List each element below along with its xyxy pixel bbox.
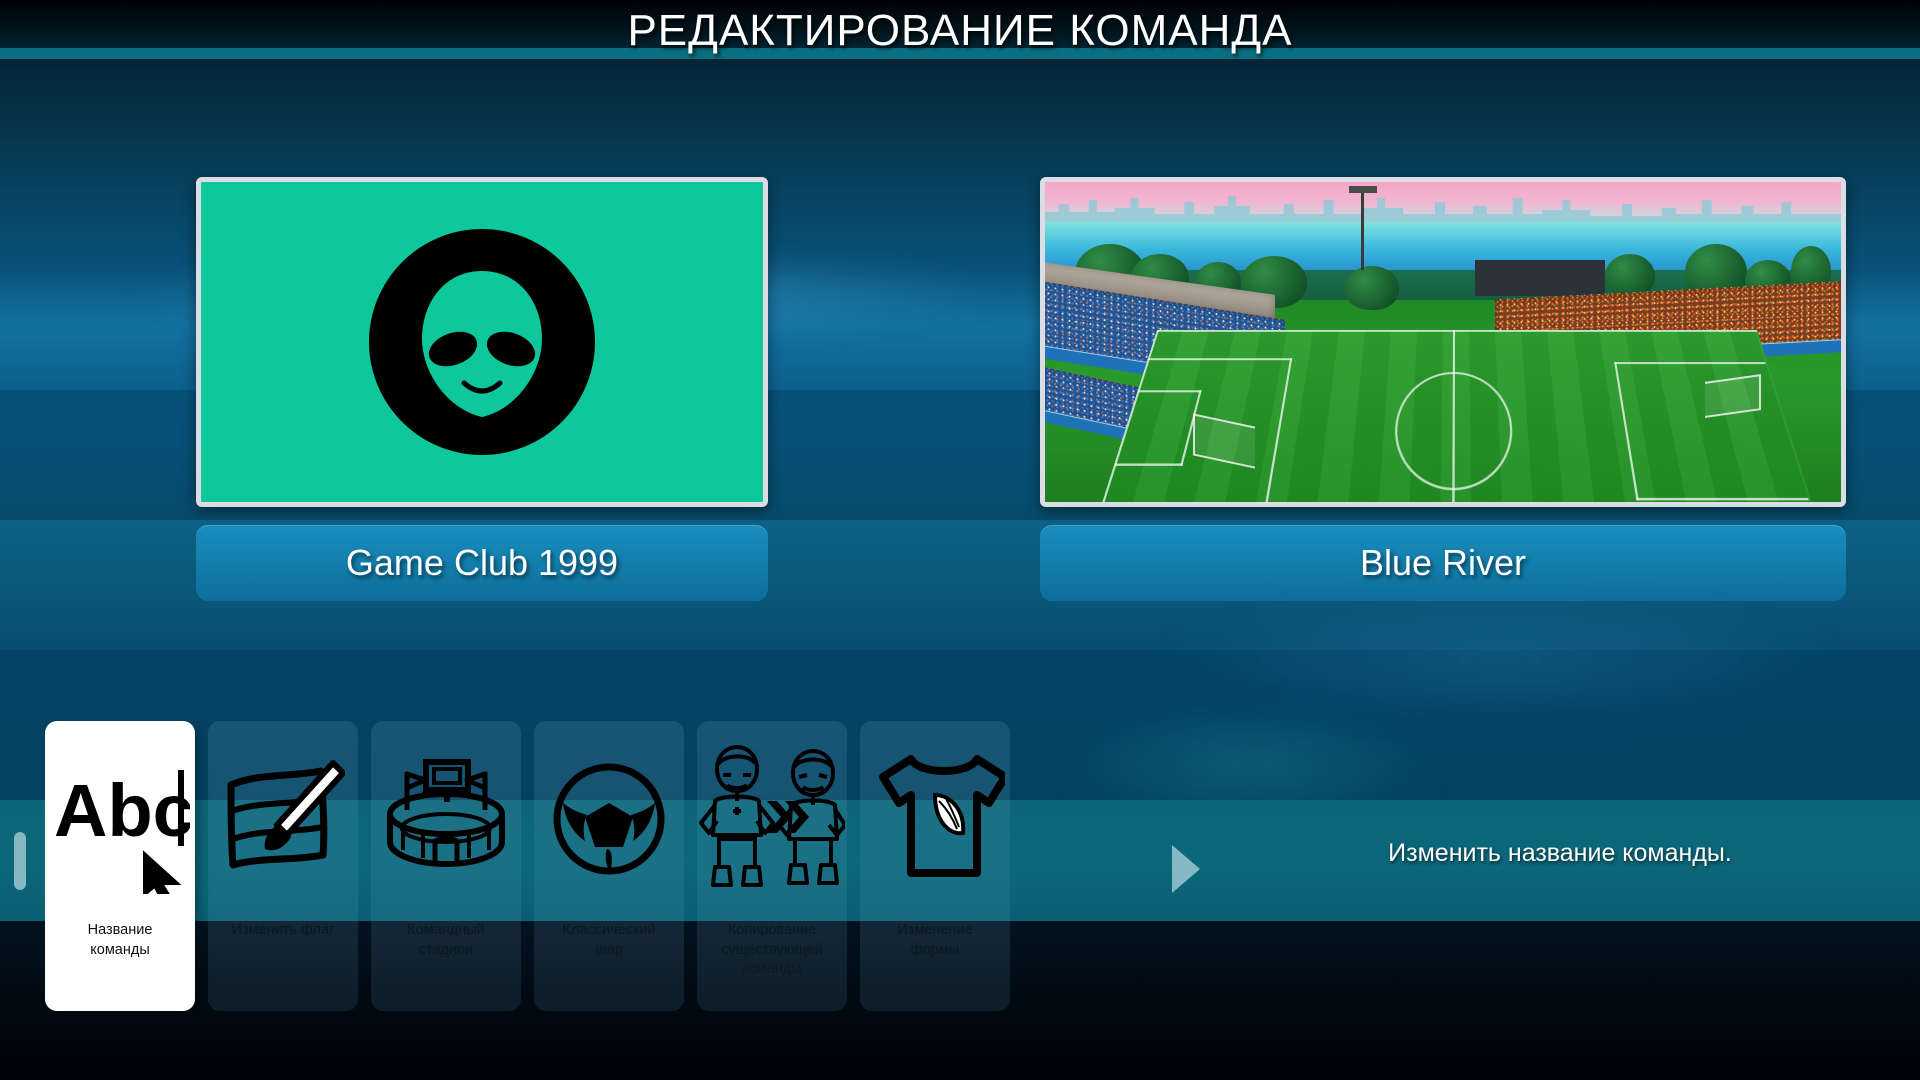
stadium-icon: [371, 721, 521, 917]
tool-card-copy-team[interactable]: Копирование существующей команды: [697, 721, 847, 1011]
copy-team-players-icon: [697, 721, 847, 917]
team-flag-thumbnail[interactable]: [196, 177, 768, 507]
tool-label: Копирование существующей команды: [704, 921, 840, 980]
abc-text-cursor-icon: Abc: [45, 721, 195, 917]
tool-label: Название команды: [52, 921, 188, 960]
tool-card-change-flag[interactable]: Изменить флаг: [208, 721, 358, 1011]
background-glow-2: [1150, 600, 1850, 720]
soccer-ball-icon: [534, 721, 684, 917]
flag-brush-icon: [208, 721, 358, 917]
team-stadium-thumbnail[interactable]: [1040, 177, 1846, 507]
team-name-plate-left[interactable]: Game Club 1999: [196, 525, 768, 601]
scroll-left-handle[interactable]: [14, 832, 26, 890]
tool-label: Изменить флаг: [215, 921, 351, 941]
alien-head-icon: [367, 227, 597, 457]
tool-label: Классический шар: [541, 921, 677, 960]
stadium-scene: [1045, 182, 1841, 502]
hint-text: Изменить название команды.: [1250, 839, 1870, 868]
chevron-right-icon[interactable]: [1172, 845, 1200, 893]
tool-card-team-name[interactable]: Abc Название команды: [45, 721, 195, 1011]
team-slot-right[interactable]: Blue River: [1040, 177, 1846, 601]
team-name-plate-right[interactable]: Blue River: [1040, 525, 1846, 601]
tool-card-change-kit[interactable]: Изменение формы: [860, 721, 1010, 1011]
team-name-left: Game Club 1999: [346, 542, 618, 584]
tool-card-team-stadium[interactable]: Командный стадион: [371, 721, 521, 1011]
tool-label: Изменение формы: [867, 921, 1003, 960]
edit-options-toolbar: Abc Название команды Изменить флаг Коман…: [45, 721, 1170, 1011]
team-slot-left[interactable]: Game Club 1999: [196, 177, 768, 601]
tool-label: Командный стадион: [378, 921, 514, 960]
screen-root: РЕДАКТИРОВАНИЕ КОМАНДА Game Club 1999 Bl…: [0, 0, 1920, 1080]
svg-text:Abc: Abc: [54, 769, 190, 852]
tshirt-kit-icon: [860, 721, 1010, 917]
page-title: РЕДАКТИРОВАНИЕ КОМАНДА: [0, 6, 1920, 56]
team-name-right: Blue River: [1360, 542, 1526, 584]
tool-card-classic-ball[interactable]: Классический шар: [534, 721, 684, 1011]
